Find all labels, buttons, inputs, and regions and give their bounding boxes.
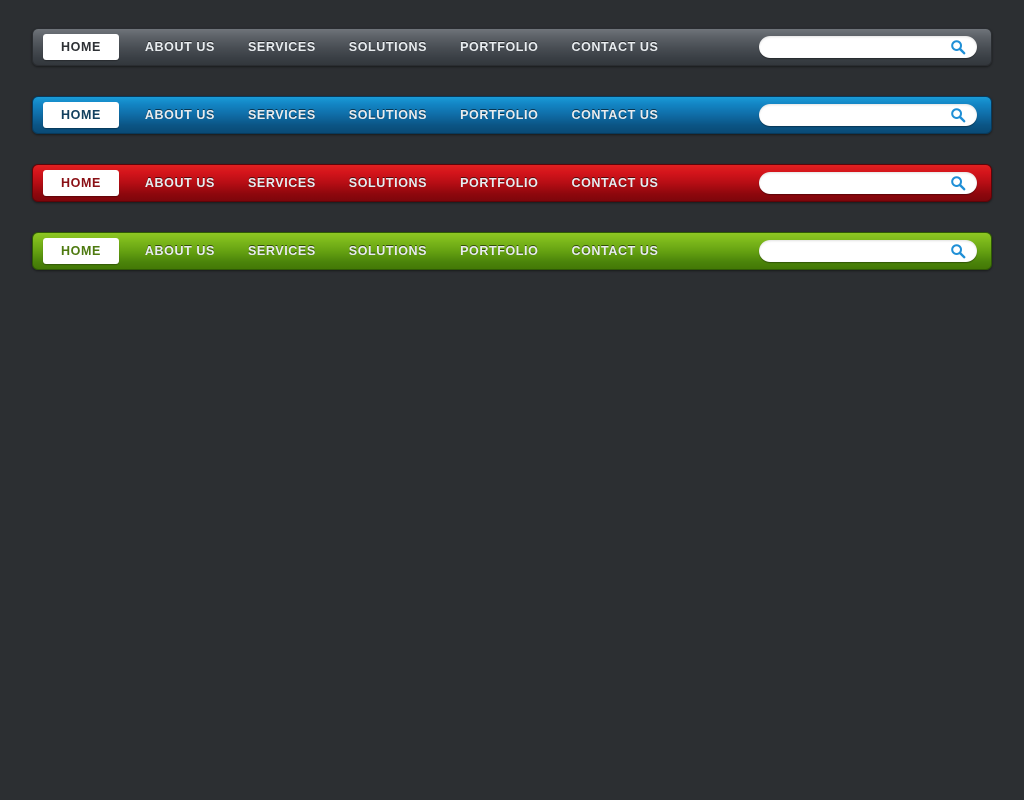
nav-item-home[interactable]: HOME (43, 102, 119, 128)
search-input[interactable] (759, 172, 977, 194)
search-input[interactable] (759, 104, 977, 126)
nav-item-services[interactable]: SERVICES (248, 164, 316, 202)
red-navbar[interactable]: HOME ABOUT US SERVICES SOLUTIONS PORTFOL… (32, 164, 992, 202)
search-input[interactable] (759, 36, 977, 58)
nav-item-solutions[interactable]: SOLUTIONS (349, 232, 427, 270)
green-nav-items: HOME ABOUT US SERVICES SOLUTIONS PORTFOL… (33, 233, 759, 269)
nav-item-solutions[interactable]: SOLUTIONS (349, 164, 427, 202)
nav-item-contact-us[interactable]: CONTACT US (571, 164, 658, 202)
nav-item-portfolio[interactable]: PORTFOLIO (460, 28, 538, 66)
nav-item-portfolio[interactable]: PORTFOLIO (460, 96, 538, 134)
nav-item-about-us[interactable]: ABOUT US (145, 164, 215, 202)
search-button[interactable] (947, 36, 975, 58)
search-button[interactable] (947, 172, 975, 194)
search-icon (951, 244, 966, 259)
search-icon (951, 40, 966, 55)
search-icon (951, 108, 966, 123)
search-input[interactable] (759, 240, 977, 262)
search-button[interactable] (947, 104, 975, 126)
search-container (759, 36, 977, 58)
nav-item-contact-us[interactable]: CONTACT US (571, 28, 658, 66)
search-container (759, 104, 977, 126)
nav-item-home[interactable]: HOME (43, 34, 119, 60)
graphite-navbar[interactable]: HOME ABOUT US SERVICES SOLUTIONS PORTFOL… (32, 28, 992, 66)
nav-item-about-us[interactable]: ABOUT US (145, 28, 215, 66)
search-button[interactable] (947, 240, 975, 262)
nav-item-contact-us[interactable]: CONTACT US (571, 96, 658, 134)
nav-item-about-us[interactable]: ABOUT US (145, 232, 215, 270)
nav-item-services[interactable]: SERVICES (248, 28, 316, 66)
page-root: HOME ABOUT US SERVICES SOLUTIONS PORTFOL… (0, 0, 1024, 800)
blue-navbar[interactable]: HOME ABOUT US SERVICES SOLUTIONS PORTFOL… (32, 96, 992, 134)
search-container (759, 240, 977, 262)
nav-item-home[interactable]: HOME (43, 170, 119, 196)
blue-nav-items: HOME ABOUT US SERVICES SOLUTIONS PORTFOL… (33, 97, 759, 133)
search-container (759, 172, 977, 194)
nav-item-solutions[interactable]: SOLUTIONS (349, 28, 427, 66)
nav-item-about-us[interactable]: ABOUT US (145, 96, 215, 134)
nav-item-services[interactable]: SERVICES (248, 96, 316, 134)
nav-item-contact-us[interactable]: CONTACT US (571, 232, 658, 270)
nav-item-home[interactable]: HOME (43, 238, 119, 264)
nav-item-portfolio[interactable]: PORTFOLIO (460, 232, 538, 270)
graphite-nav-items: HOME ABOUT US SERVICES SOLUTIONS PORTFOL… (33, 29, 759, 65)
green-navbar[interactable]: HOME ABOUT US SERVICES SOLUTIONS PORTFOL… (32, 232, 992, 270)
red-nav-items: HOME ABOUT US SERVICES SOLUTIONS PORTFOL… (33, 165, 759, 201)
nav-item-portfolio[interactable]: PORTFOLIO (460, 164, 538, 202)
nav-item-services[interactable]: SERVICES (248, 232, 316, 270)
search-icon (951, 176, 966, 191)
nav-item-solutions[interactable]: SOLUTIONS (349, 96, 427, 134)
